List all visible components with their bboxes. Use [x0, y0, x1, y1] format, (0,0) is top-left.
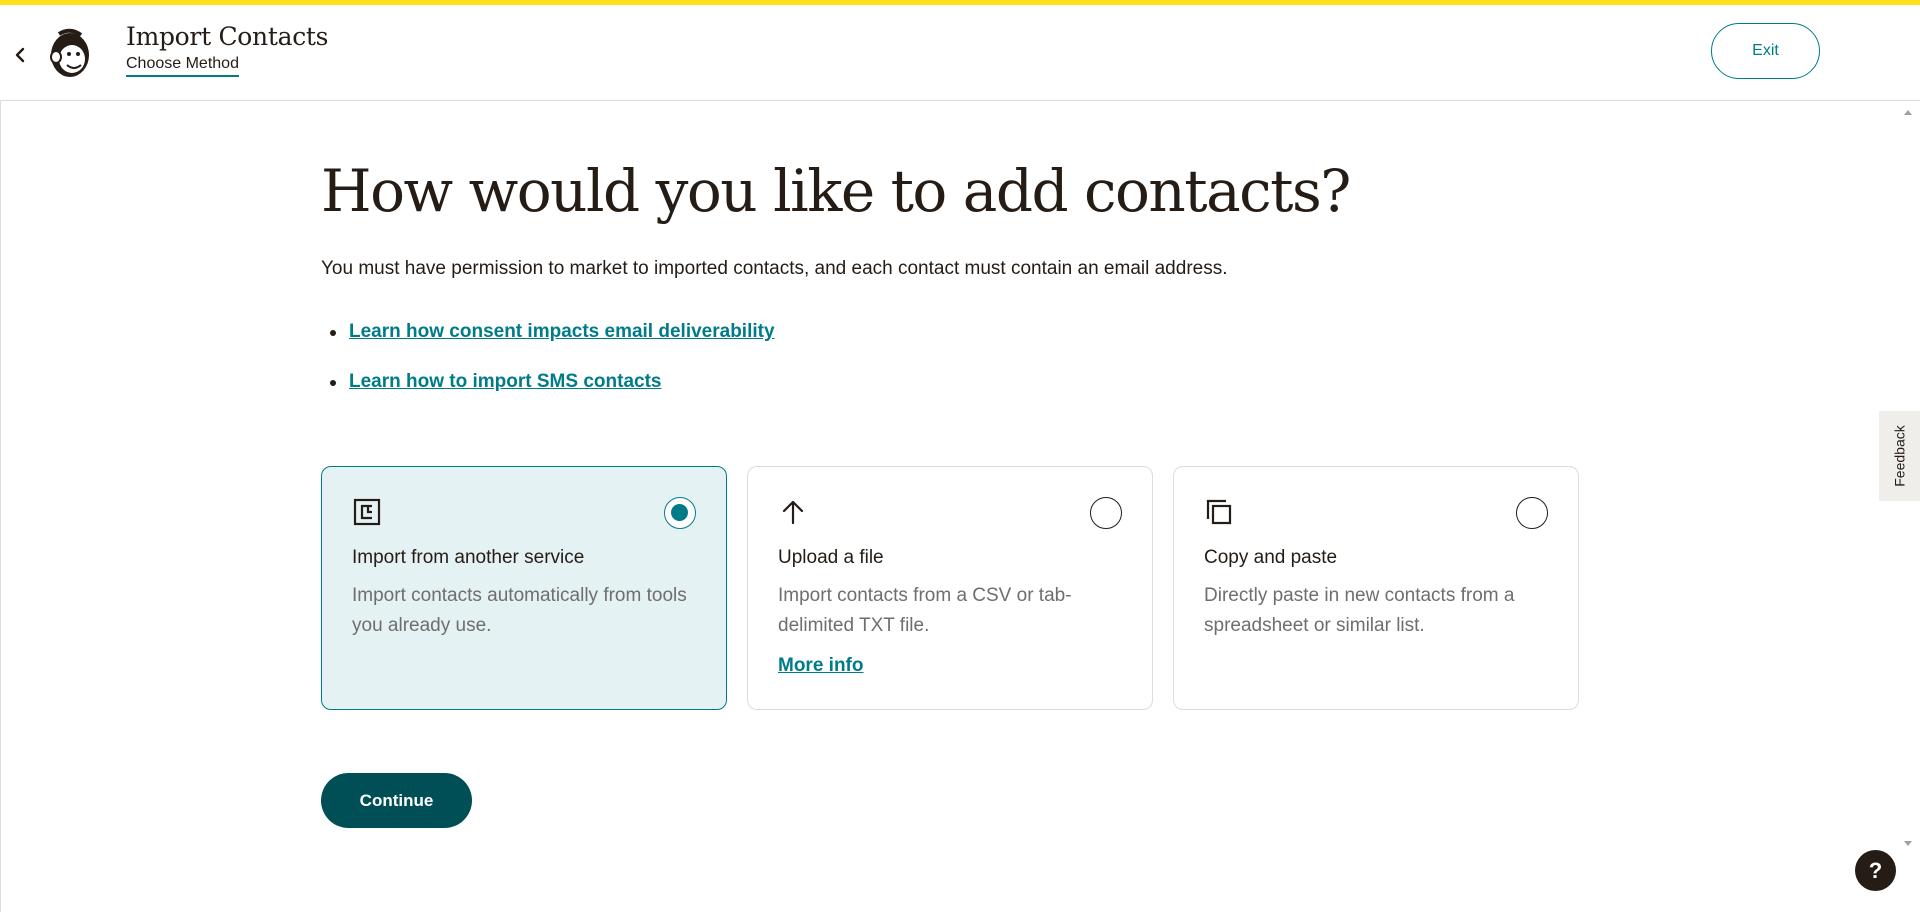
option-title: Copy and paste	[1204, 547, 1338, 568]
import-method-options: Import from another service Import conta…	[321, 466, 1579, 710]
back-button[interactable]	[10, 41, 30, 69]
chevron-left-icon	[15, 47, 25, 63]
mailchimp-logo-icon[interactable]	[45, 25, 95, 81]
option-copy-paste[interactable]: Copy and paste Directly paste in new con…	[1173, 466, 1579, 710]
page-title: Import Contacts	[126, 22, 329, 51]
option-radio[interactable]	[1090, 497, 1122, 529]
option-description: Directly paste in new contacts from a sp…	[1204, 585, 1515, 636]
integration-icon	[353, 498, 381, 526]
list-item: Learn how to import SMS contacts	[330, 367, 775, 417]
help-links: Learn how consent impacts email delivera…	[330, 317, 775, 417]
intro-text: You must have permission to market to im…	[321, 258, 1228, 279]
option-title: Import from another service	[352, 547, 585, 568]
continue-button[interactable]: Continue	[321, 773, 472, 828]
list-item: Learn how consent impacts email delivera…	[330, 317, 775, 367]
exit-button[interactable]: Exit	[1711, 23, 1820, 79]
option-radio[interactable]	[664, 497, 696, 529]
help-button[interactable]: ?	[1855, 850, 1896, 891]
more-info-link[interactable]: More info	[778, 655, 864, 677]
option-radio[interactable]	[1516, 497, 1548, 529]
bullet	[330, 380, 336, 386]
scroll-down-arrow-icon[interactable]	[1901, 838, 1915, 850]
bullet	[330, 330, 336, 336]
sms-import-link[interactable]: Learn how to import SMS contacts	[349, 371, 661, 392]
consent-link[interactable]: Learn how consent impacts email delivera…	[349, 321, 775, 342]
scroll-up-arrow-icon[interactable]	[1901, 106, 1915, 118]
option-description: Import contacts automatically from tools…	[352, 585, 687, 636]
feedback-tab[interactable]: Feedback	[1879, 411, 1920, 501]
option-title: Upload a file	[778, 547, 884, 568]
feedback-label: Feedback	[1891, 425, 1908, 487]
option-upload-file[interactable]: Upload a file Import contacts from a CSV…	[747, 466, 1153, 710]
upload-arrow-icon	[782, 500, 804, 525]
step-subtitle[interactable]: Choose Method	[126, 55, 239, 77]
option-import-service[interactable]: Import from another service Import conta…	[321, 466, 727, 710]
header: Import Contacts Choose Method Exit	[0, 5, 1920, 101]
left-border	[0, 101, 1, 912]
option-description: Import contacts from a CSV or tab-delimi…	[778, 585, 1072, 636]
page-heading: How would you like to add contacts?	[321, 157, 1351, 225]
copy-icon	[1206, 499, 1232, 525]
title-block: Import Contacts Choose Method	[126, 22, 329, 77]
